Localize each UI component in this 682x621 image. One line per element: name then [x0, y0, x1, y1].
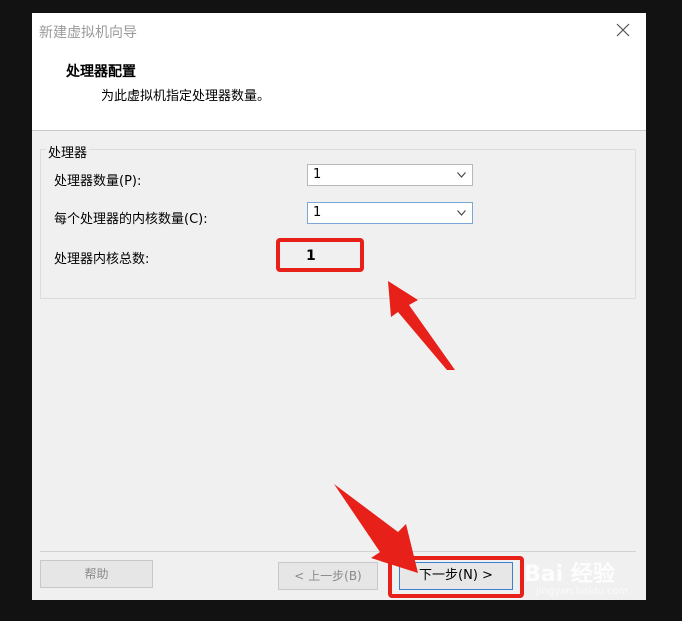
arrow-to-next-button [334, 484, 418, 573]
annotation-arrows [334, 281, 455, 573]
arrow-to-total-cores [388, 281, 455, 370]
watermark-url: jingyan.baidu.com [536, 586, 629, 597]
watermark-logo: Bai 经验 [524, 562, 615, 587]
